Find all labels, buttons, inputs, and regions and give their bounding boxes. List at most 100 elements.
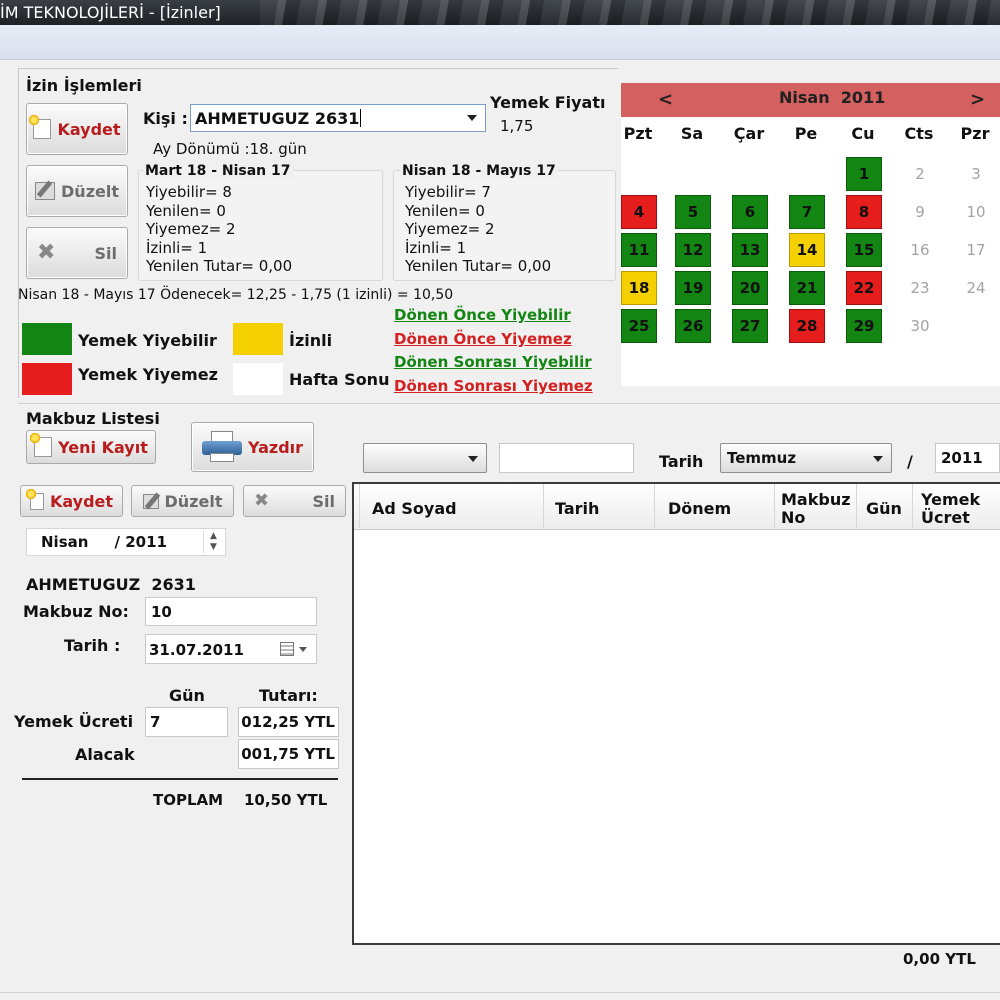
column-gun[interactable]: Gün <box>866 500 902 518</box>
alacak-tutar-input[interactable]: 001,75 YTL <box>238 739 339 769</box>
calendar-day[interactable]: 4 <box>621 195 657 229</box>
text-cursor <box>360 109 362 127</box>
month-spinner[interactable]: Nisan / 2011 ▲ ▼ <box>26 528 226 556</box>
calendar-day[interactable]: 2 <box>902 157 938 191</box>
column-makbuz-no[interactable]: Makbuz No <box>781 491 853 527</box>
calendar-day[interactable]: 12 <box>675 233 711 267</box>
calendar-day[interactable]: 14 <box>789 233 825 267</box>
calendar-day[interactable]: 21 <box>789 271 825 305</box>
chevron-down-icon[interactable] <box>873 456 883 462</box>
calendar-day[interactable]: 8 <box>846 195 882 229</box>
legend-swatch-yiyebilir <box>22 323 72 355</box>
calendar-day[interactable]: 1 <box>846 157 882 191</box>
month-combo[interactable]: Temmuz <box>720 443 892 473</box>
legend-label-hafta-sonu: Hafta Sonu <box>289 370 390 389</box>
duzelt-label: Düzelt <box>61 181 119 201</box>
calendar-prev-button[interactable]: < <box>658 89 673 110</box>
calendar-day[interactable]: 17 <box>958 233 994 267</box>
calendar-next-button[interactable]: > <box>970 89 985 110</box>
calendar-day[interactable]: 3 <box>958 157 994 191</box>
column-tarih[interactable]: Tarih <box>555 500 599 518</box>
link-donen-sonrasi-yiyemez[interactable]: Dönen Sonrası Yiyemez <box>394 377 593 395</box>
calendar-header: < Nisan 2011 > <box>621 83 1000 117</box>
calendar-day[interactable]: 25 <box>621 309 657 343</box>
year-value: 2011 <box>941 449 983 467</box>
link-donen-once-yiyemez[interactable]: Dönen Önce Yiyemez <box>394 330 572 348</box>
kaydet-button[interactable]: Kaydet <box>26 103 128 155</box>
window-title: İM TEKNOLOJİLERİ - [İzinler] <box>0 3 221 22</box>
makbuz-no-input[interactable]: 10 <box>145 597 317 626</box>
yeni-kayit-button[interactable]: Yeni Kayıt <box>26 430 156 464</box>
calendar-icon[interactable] <box>280 642 294 656</box>
calendar-day[interactable]: 29 <box>846 309 882 343</box>
makbuz-section-title: Makbuz Listesi <box>26 409 160 428</box>
calendar-day[interactable]: 11 <box>621 233 657 267</box>
calendar-day[interactable]: 5 <box>675 195 711 229</box>
window-titlebar: İM TEKNOLOJİLERİ - [İzinler] <box>0 0 1000 25</box>
makbuz-duzelt-label: Düzelt <box>164 491 223 511</box>
sil-label: Sil <box>94 243 118 263</box>
column-donem[interactable]: Dönem <box>668 500 731 518</box>
calendar-day[interactable]: 23 <box>902 271 938 305</box>
filter-combo[interactable] <box>363 443 487 473</box>
period-2-izinli: İzinli= 1 <box>405 238 467 257</box>
calendar-weekday: Çar <box>733 124 765 143</box>
yazdir-button[interactable]: Yazdır <box>191 422 314 472</box>
period-1-yenilen-tutar: Yenilen Tutar= 0,00 <box>146 257 293 275</box>
calendar-day[interactable]: 19 <box>675 271 711 305</box>
calendar-day[interactable]: 16 <box>902 233 938 267</box>
filter-tarih-label: Tarih <box>659 452 704 471</box>
calendar-day[interactable]: 15 <box>846 233 882 267</box>
toplam-value: 10,50 YTL <box>244 791 328 809</box>
legend-swatch-izinli <box>233 323 283 355</box>
tarih-value: 31.07.2011 <box>149 641 244 659</box>
yemek-tutar-input[interactable]: 012,25 YTL <box>238 707 339 737</box>
legend-swatch-hafta-sonu <box>233 363 283 395</box>
kisi-combobox[interactable]: AHMETUGUZ 2631 <box>190 104 486 132</box>
calendar-day[interactable]: 24 <box>958 271 994 305</box>
link-donen-once-yiyebilir[interactable]: Dönen Önce Yiyebilir <box>394 306 571 324</box>
filter-text-input[interactable] <box>499 443 634 473</box>
yemek-ucreti-label: Yemek Ücreti <box>14 712 134 731</box>
duzelt-button[interactable]: Düzelt <box>26 165 128 217</box>
calendar-day[interactable]: 22 <box>846 271 882 305</box>
calendar-day[interactable]: 13 <box>732 233 768 267</box>
yemek-fiyati-value: 1,75 <box>500 117 534 135</box>
group-border-top <box>18 68 618 69</box>
section-divider <box>18 403 1000 404</box>
period-2-yiyebilir: Yiyebilir= 7 <box>405 183 491 201</box>
new-document-icon <box>28 114 52 139</box>
calendar-day[interactable]: 28 <box>789 309 825 343</box>
spin-arrows-icon[interactable]: ▲ ▼ <box>203 531 223 553</box>
column-yemek-ucret[interactable]: Yemek Ücret <box>921 491 993 527</box>
filter-slash: / <box>907 452 913 471</box>
calendar-day[interactable]: 30 <box>902 309 938 343</box>
chevron-down-icon[interactable] <box>299 647 307 652</box>
column-ad-soyad[interactable]: Ad Soyad <box>372 500 457 518</box>
calendar-day[interactable]: 20 <box>732 271 768 305</box>
calendar-day[interactable]: 18 <box>621 271 657 305</box>
calendar-day[interactable]: 6 <box>732 195 768 229</box>
makbuz-kaydet-button[interactable]: Kaydet <box>20 485 123 517</box>
table-header: Ad Soyad Tarih Dönem Makbuz No Gün Yemek… <box>354 484 1000 530</box>
calendar-day[interactable]: 27 <box>732 309 768 343</box>
yemek-gun-input[interactable]: 7 <box>145 707 228 737</box>
year-input[interactable]: 2011 <box>935 443 1000 473</box>
makbuz-sil-button[interactable]: ✖ Sil <box>243 485 346 517</box>
calendar-day[interactable]: 26 <box>675 309 711 343</box>
chevron-down-icon[interactable] <box>468 456 478 462</box>
tarih-date-picker[interactable]: 31.07.2011 <box>145 634 317 664</box>
calendar-weekday: Pe <box>794 124 818 143</box>
period-2-title: Nisan 18 - Mayıs 17 <box>400 163 558 179</box>
makbuz-person: AHMETUGUZ 2631 <box>26 575 196 594</box>
month-combo-value: Temmuz <box>727 449 797 467</box>
calendar-weekday: Sa <box>680 124 704 143</box>
calendar-day[interactable]: 9 <box>902 195 938 229</box>
makbuz-duzelt-button[interactable]: Düzelt <box>131 485 234 517</box>
link-donen-sonrasi-yiyebilir[interactable]: Dönen Sonrası Yiyebilir <box>394 353 592 371</box>
calendar-day[interactable]: 7 <box>789 195 825 229</box>
sil-button[interactable]: ✖ Sil <box>26 227 128 279</box>
group-border-left <box>18 68 19 398</box>
chevron-down-icon[interactable] <box>467 115 477 121</box>
calendar-day[interactable]: 10 <box>958 195 994 229</box>
